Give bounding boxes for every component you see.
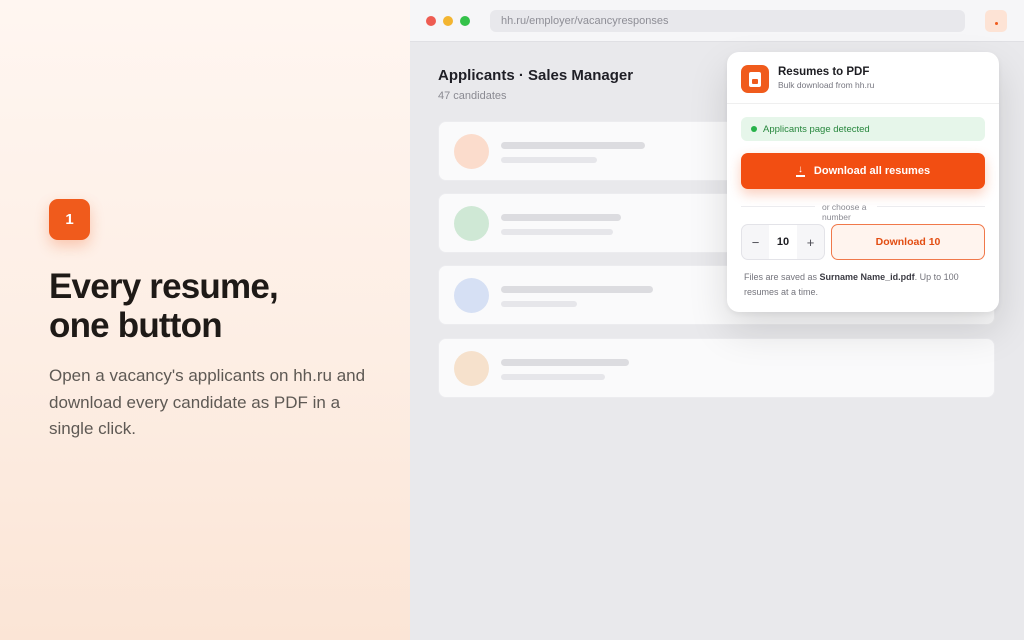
- quantity-input[interactable]: 10: [769, 225, 797, 259]
- applicant-card[interactable]: [438, 338, 995, 398]
- download-icon: ↓: [795, 163, 805, 177]
- placeholder-line: [501, 142, 645, 149]
- headline-line-1: Every resume,: [49, 267, 279, 306]
- avatar: [454, 206, 489, 241]
- note-filename: Surname Name_id.pdf: [819, 272, 915, 282]
- placeholder-line: [501, 359, 629, 366]
- headline: Every resume, one button: [49, 267, 389, 345]
- promo-panel: 1 Every resume, one button Open a vacanc…: [0, 0, 410, 640]
- download-n-button[interactable]: Download 10: [831, 224, 985, 260]
- candidate-count: 47 candidates: [438, 90, 507, 102]
- decrement-button[interactable]: −: [742, 235, 769, 250]
- address-bar[interactable]: hh.ru/employer/vacancyresponses: [490, 10, 965, 32]
- placeholder-line: [501, 229, 613, 235]
- extension-icon: [994, 21, 998, 25]
- placeholder-line: [501, 301, 577, 307]
- placeholder-line: [501, 157, 597, 163]
- download-all-button[interactable]: ↓ Download all resumes: [741, 153, 985, 189]
- step-badge: 1: [49, 199, 90, 240]
- or-choose-label: or choose a number: [822, 202, 867, 222]
- extension-description: Bulk download from hh.ru: [778, 80, 875, 90]
- divider: [741, 206, 815, 207]
- page-title: Applicants · Sales Manager: [438, 67, 634, 84]
- headline-line-2: one button: [49, 306, 223, 345]
- extension-title: Resumes to PDF: [778, 66, 870, 78]
- extension-toolbar-button[interactable]: [985, 10, 1007, 32]
- status-text: Applicants page detected: [763, 124, 870, 135]
- download-all-label: Download all resumes: [813, 165, 931, 177]
- status-dot-icon: [751, 126, 757, 132]
- extension-popup: Resumes to PDF Bulk download from hh.ru …: [727, 52, 999, 312]
- increment-button[interactable]: +: [797, 235, 824, 250]
- avatar: [454, 278, 489, 313]
- divider: [877, 206, 985, 207]
- avatar: [454, 134, 489, 169]
- placeholder-line: [501, 286, 653, 293]
- maximize-window-icon[interactable]: [460, 16, 470, 26]
- close-window-icon[interactable]: [426, 16, 436, 26]
- avatar: [454, 351, 489, 386]
- placeholder-line: [501, 214, 621, 221]
- save-format-note: Files are saved as Surname Name_id.pdf. …: [744, 270, 984, 300]
- promo-description: Open a vacancy's applicants on hh.ru and…: [49, 366, 366, 438]
- pdf-app-icon: [741, 65, 769, 93]
- popup-header: Resumes to PDF Bulk download from hh.ru: [727, 52, 999, 104]
- minimize-window-icon[interactable]: [443, 16, 453, 26]
- placeholder-line: [501, 374, 605, 380]
- status-badge: Applicants page detected: [741, 117, 985, 141]
- quantity-stepper: − 10 +: [741, 224, 825, 260]
- browser-toolbar: hh.ru/employer/vacancyresponses: [410, 0, 1024, 42]
- note-prefix: Files are saved as: [744, 272, 820, 282]
